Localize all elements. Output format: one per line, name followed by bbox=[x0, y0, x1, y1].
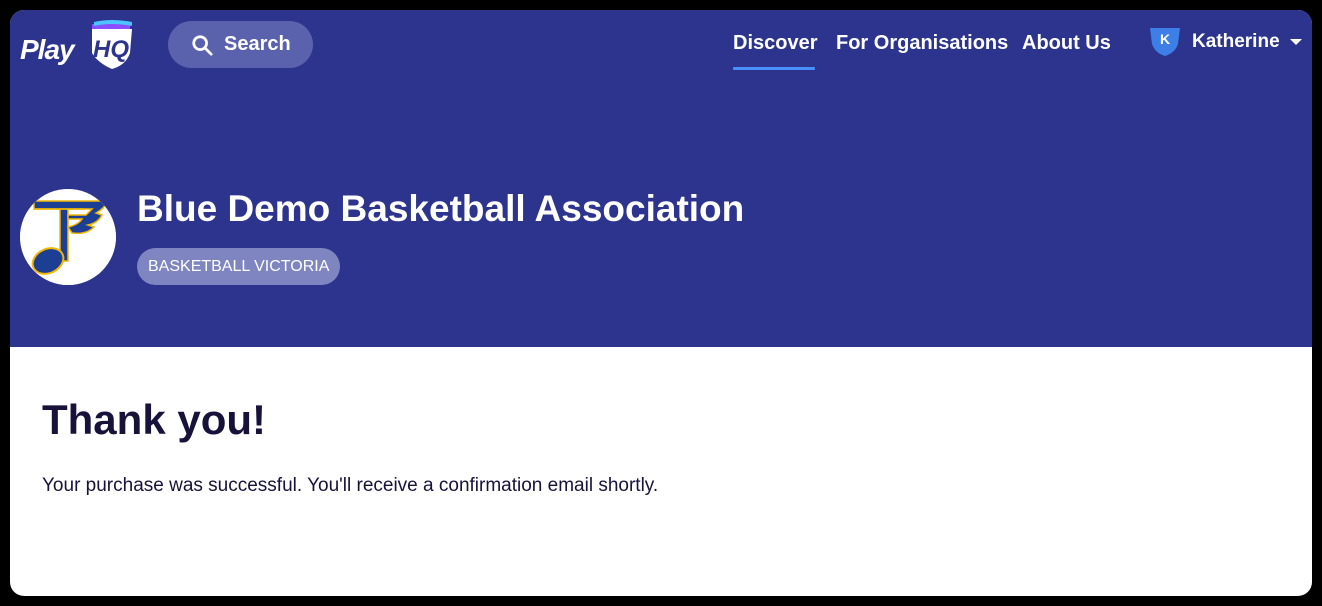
nav-active-indicator bbox=[733, 67, 815, 70]
hq-shield-icon: HQ bbox=[92, 20, 132, 69]
hero-banner: Play HQ Search Discover For Organisation… bbox=[10, 10, 1312, 347]
organisation-name: Blue Demo Basketball Association bbox=[137, 188, 745, 229]
playhq-logo[interactable]: Play HQ bbox=[20, 19, 132, 71]
user-shield-icon: K bbox=[1150, 28, 1180, 56]
logo-play-text: Play bbox=[20, 34, 75, 65]
organisation-logo bbox=[20, 189, 116, 285]
confirmation-message: Your purchase was successful. You'll rec… bbox=[42, 475, 659, 496]
user-initial: K bbox=[1160, 31, 1170, 47]
search-button[interactable]: Search bbox=[168, 21, 313, 68]
logo-hq-text: HQ bbox=[93, 36, 129, 63]
nav-discover[interactable]: Discover bbox=[733, 32, 818, 55]
page-title: Thank you! bbox=[42, 396, 267, 443]
user-name: Katherine bbox=[1192, 31, 1280, 52]
association-badge[interactable]: BASKETBALL VICTORIA bbox=[137, 248, 341, 285]
avatar: K bbox=[1148, 26, 1182, 58]
nav-about-us[interactable]: About Us bbox=[1022, 32, 1111, 55]
music-note-logo-icon bbox=[20, 189, 116, 285]
app-window: Play HQ Search Discover For Organisation… bbox=[10, 10, 1312, 596]
search-icon bbox=[192, 34, 213, 56]
chevron-down-icon bbox=[1289, 39, 1302, 45]
user-menu[interactable]: K Katherine bbox=[1148, 26, 1302, 58]
search-label: Search bbox=[224, 33, 291, 55]
nav-for-organisations[interactable]: For Organisations bbox=[836, 32, 1008, 55]
